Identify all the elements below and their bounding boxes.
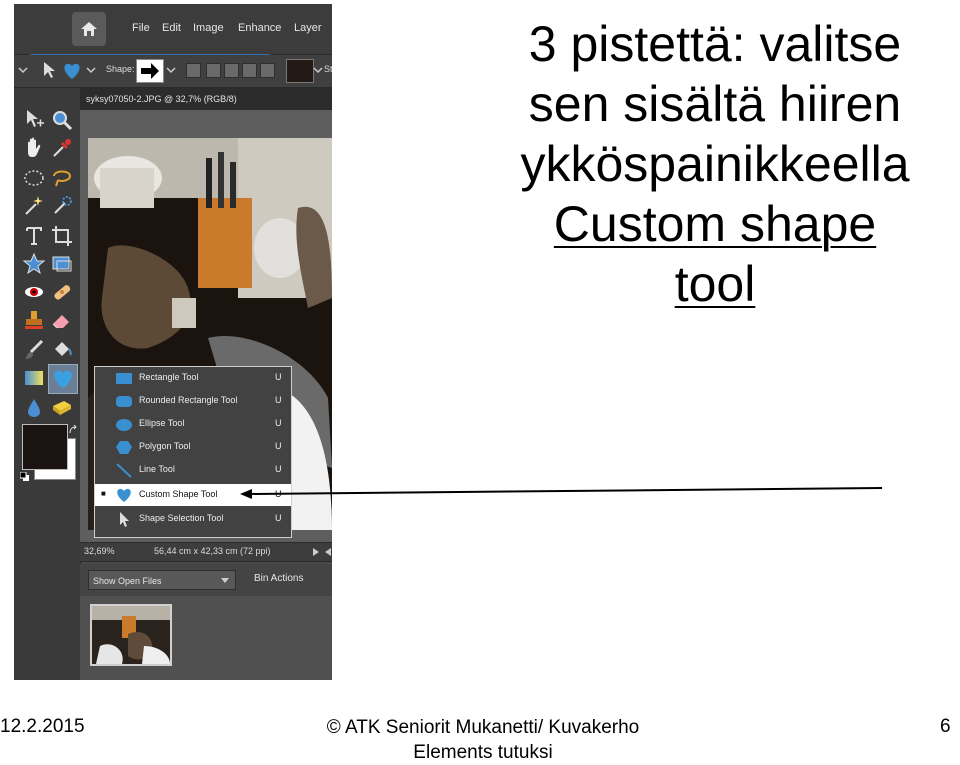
footer-copyright: © ATK Seniorit Mukanetti/ Kuvakerho Elem… xyxy=(300,716,666,765)
callout-line-4: Custom shape xyxy=(553,196,877,252)
callout-line-3: ykköspainikkeella xyxy=(520,136,910,192)
footer-page-number: 6 xyxy=(940,716,951,737)
callout-line-5: tool xyxy=(674,256,756,312)
footer-copyright-line-1: © ATK Seniorit Mukanetti/ Kuvakerho xyxy=(326,717,640,738)
callout-line-2: sen sisältä hiiren xyxy=(528,76,902,132)
callout-line-1: 3 pistettä: valitse xyxy=(528,16,902,72)
footer-date: 12.2.2015 xyxy=(0,716,85,737)
instruction-callout: 3 pistettä: valitse sen sisältä hiiren y… xyxy=(480,14,950,314)
footer-copyright-line-2: Elements tutuksi xyxy=(413,741,553,763)
